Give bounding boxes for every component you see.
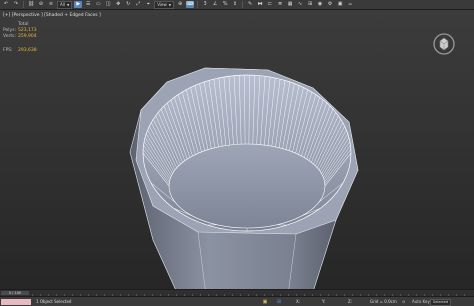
redo-icon[interactable]: ↷ bbox=[12, 1, 20, 8]
link-icon[interactable]: ⛓ bbox=[27, 1, 35, 8]
mesh-inner-cavity bbox=[142, 74, 352, 232]
layer-explorer-icon[interactable]: ≣ bbox=[276, 1, 284, 8]
rect-selection-icon[interactable]: ▭ bbox=[94, 1, 102, 8]
angle-snap-icon[interactable]: ∠ bbox=[211, 1, 219, 8]
x-coord-label: X: bbox=[296, 299, 301, 304]
status-text: 1 Object Selected bbox=[36, 299, 72, 304]
toolbar-divider bbox=[23, 1, 24, 8]
place-icon[interactable]: ⌖ bbox=[144, 1, 152, 8]
percent-snap-icon[interactable]: % bbox=[221, 1, 229, 8]
select-move-icon[interactable]: ✥ bbox=[114, 1, 122, 8]
select-rotate-icon[interactable]: ↻ bbox=[124, 1, 132, 8]
reference-coord-dropdown[interactable]: View ▼ bbox=[154, 0, 175, 9]
stats-verts-label: Verts: bbox=[3, 34, 16, 39]
undo-icon[interactable]: ↶ bbox=[2, 1, 10, 8]
mirror-icon[interactable]: ⧓ bbox=[256, 1, 264, 8]
reference-coord-value: View bbox=[157, 1, 167, 7]
spinner-snap-icon[interactable]: ⇕ bbox=[231, 1, 239, 8]
selection-filter-value: All bbox=[60, 1, 65, 7]
autokey-label[interactable]: Auto Key bbox=[412, 299, 430, 304]
material-editor-icon[interactable]: ◉ bbox=[316, 1, 324, 8]
render-setup-icon[interactable]: ⚙ bbox=[326, 1, 334, 8]
stats-verts-value: 259,904 bbox=[18, 34, 37, 39]
chevron-down-icon: ▼ bbox=[66, 2, 70, 7]
curve-editor-icon[interactable]: ∿ bbox=[296, 1, 304, 8]
maxscript-listener[interactable] bbox=[1, 298, 31, 305]
snap-icon[interactable]: 3 bbox=[201, 1, 209, 8]
grid-size-label: Grid = 0.0cm bbox=[370, 299, 397, 304]
status-bar: 1 Object Selected ▣ ⊞ X: Y: Z: Grid = 0.… bbox=[0, 296, 474, 306]
perspective-viewport[interactable]: [+] [Perspective ] [Shaded + Edged Faces… bbox=[0, 10, 474, 295]
chevron-down-icon: ▼ bbox=[168, 2, 172, 7]
status-icons: ▣ ⊞ bbox=[262, 299, 282, 305]
stats-fps-label: FPS: bbox=[3, 48, 13, 53]
add-time-tag-icon[interactable]: ⊙ bbox=[402, 299, 405, 304]
cylinder-mesh[interactable] bbox=[0, 10, 474, 295]
absolute-mode-icon[interactable]: ⊞ bbox=[276, 299, 282, 305]
main-toolbar: ↶ ↷ ⛓ ⊘ ≋ All ▼ ▶ ☰ ▭ ◫ ✥ ↻ ⤢ ⌖ View ▼ ⊕ ⌨… bbox=[0, 0, 474, 10]
window-crossing-icon[interactable]: ◫ bbox=[104, 1, 112, 8]
named-selection-icon[interactable]: ✎ bbox=[246, 1, 254, 8]
render-icon[interactable]: ☕ bbox=[346, 1, 354, 8]
toolbar-divider bbox=[242, 1, 244, 8]
select-object-icon[interactable]: ▶ bbox=[74, 1, 83, 8]
key-filter-dropdown[interactable]: Selected bbox=[430, 299, 452, 306]
pivot-icon[interactable]: ⊕ bbox=[176, 1, 184, 8]
selection-filter-dropdown[interactable]: All ▼ bbox=[57, 0, 73, 9]
align-icon[interactable]: ⊏ bbox=[266, 1, 274, 8]
keyboard-shortcut-icon[interactable]: ⌨ bbox=[186, 1, 195, 8]
z-coord-label: Z: bbox=[348, 299, 353, 304]
y-coord-label: Y: bbox=[322, 299, 326, 304]
statistics-overlay: Total Polys: 523,173 Verts: 259,904 FPS:… bbox=[3, 22, 43, 54]
select-by-name-icon[interactable]: ☰ bbox=[84, 1, 92, 8]
bind-spacewarp-icon[interactable]: ≋ bbox=[47, 1, 55, 8]
toggle-ribbon-icon[interactable]: ▦ bbox=[286, 1, 294, 8]
toolbar-divider bbox=[197, 1, 199, 8]
select-scale-icon[interactable]: ⤢ bbox=[134, 1, 142, 8]
stats-fps-value: 293,638 bbox=[18, 48, 37, 53]
lock-icon[interactable]: ▣ bbox=[262, 299, 268, 305]
viewcube-icon[interactable] bbox=[420, 22, 468, 62]
stats-fps-row: FPS: 293,638 bbox=[3, 48, 43, 54]
rendered-frame-icon[interactable]: ▣ bbox=[336, 1, 344, 8]
time-slider[interactable]: 0 / 100 bbox=[1, 291, 29, 295]
viewport-label[interactable]: [+] [Perspective ] [Shaded + Edged Faces… bbox=[3, 13, 101, 18]
schematic-view-icon[interactable]: ⊞ bbox=[306, 1, 314, 8]
unlink-icon[interactable]: ⊘ bbox=[37, 1, 45, 8]
